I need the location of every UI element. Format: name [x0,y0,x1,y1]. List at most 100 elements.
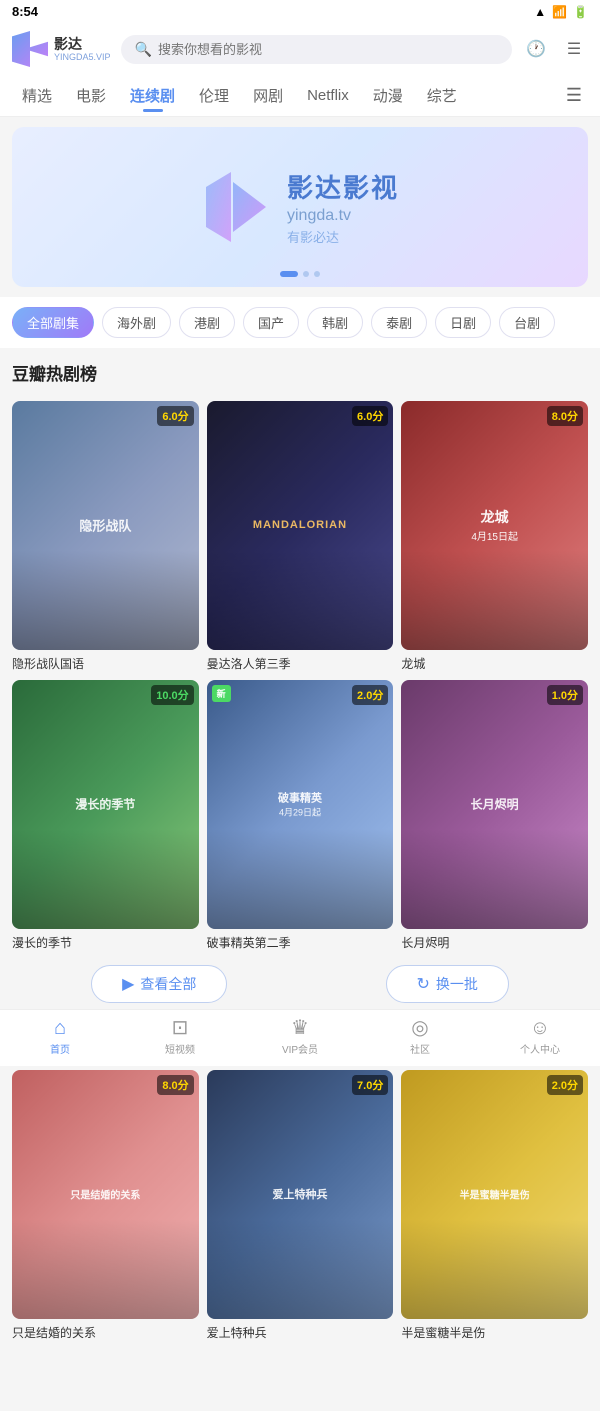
view-all-label: 查看全部 [140,974,196,994]
filter-tai[interactable]: 泰剧 [371,307,427,338]
movie-thumb-6: 长月烬明 1.0分 [401,680,588,929]
tab-wangju[interactable]: 网剧 [241,81,295,110]
vip-icon: ♛ [291,1018,309,1038]
logo-text-area: 影达 YINGDA5.VIP [54,36,111,63]
filter-han[interactable]: 韩剧 [307,307,363,338]
hot-score-1: 8.0分 [157,1075,193,1095]
banner-logo-icon [201,172,271,242]
filter-ri[interactable]: 日剧 [435,307,491,338]
tab-jingxuan[interactable]: 精选 [10,81,64,110]
score-1: 6.0分 [157,406,193,426]
hot-title-1: 只是结婚的关系 [12,1324,199,1341]
tab-lunli[interactable]: 伦理 [187,81,241,110]
hot-card-3[interactable]: 半是蜜糖半是伤 2.0分 半是蜜糖半是伤 [401,1070,588,1341]
movie-title-1: 隐形战队国语 [12,655,199,672]
status-icons: ▲ 📶 🔋 [534,5,588,19]
signal-icon: 📶 [552,5,567,19]
search-input[interactable] [158,42,498,57]
nav-more-icon[interactable]: ☰ [558,81,590,110]
banner-slogan: 有影必达 [287,227,399,246]
douban-section: 豆瓣热剧榜 [0,348,600,401]
score-5: 2.0分 [352,685,388,705]
douban-grid: 隐形战队 6.0分 隐形战队国语 MANDALORIAN 6.0分 曼达洛人第三… [0,401,600,951]
hot-grid: 只是结婚的关系 8.0分 只是结婚的关系 爱上特种兵 7.0分 爱上特种兵 半是… [0,1070,600,1341]
play-icon: ▶ [122,974,134,994]
hot-card-2[interactable]: 爱上特种兵 7.0分 爱上特种兵 [207,1070,394,1341]
tab-dianying[interactable]: 电影 [64,81,118,110]
nav-profile[interactable]: ☺ 个人中心 [480,1010,600,1066]
nav-vip[interactable]: ♛ VIP会员 [240,1010,360,1066]
banner-dots [280,271,320,277]
hot-text-2: 爱上特种兵 [272,1186,327,1202]
banner-text-area: 影达影视 yingda.tv 有影必达 [287,168,399,246]
movie-thumb-2: MANDALORIAN 6.0分 [207,401,394,650]
movie-thumb-3: 龙城4月15日起 8.0分 [401,401,588,650]
movie-card-1[interactable]: 隐形战队 6.0分 隐形战队国语 [12,401,199,672]
filter-guochan[interactable]: 国产 [243,307,299,338]
thumb-text-1: 隐形战队 [79,516,131,535]
new-badge: 新 [212,685,231,702]
nav-shorts[interactable]: ⊡ 短视频 [120,1010,240,1066]
hot-score-2: 7.0分 [352,1075,388,1095]
action-row: ▶ 查看全部 ↻ 换一批 [0,951,600,1017]
thumb-text-2: MANDALORIAN [253,519,347,531]
douban-section-title: 豆瓣热剧榜 [12,360,588,385]
hot-text-1: 只是结婚的关系 [70,1187,140,1202]
hot-card-1[interactable]: 只是结婚的关系 8.0分 只是结婚的关系 [12,1070,199,1341]
movie-card-5[interactable]: 新 破事精英4月29日起 2.0分 破事精英第二季 [207,680,394,951]
movie-card-3[interactable]: 龙城4月15日起 8.0分 龙城 [401,401,588,672]
community-icon: ◎ [411,1018,428,1038]
movie-thumb-1: 隐形战队 6.0分 [12,401,199,650]
thumb-text-6: 长月烬明 [471,796,519,813]
bottom-nav: ⌂ 首页 ⊡ 短视频 ♛ VIP会员 ◎ 社区 ☺ 个人中心 [0,1009,600,1066]
nav-profile-label: 个人中心 [520,1041,560,1056]
dot-2 [303,271,309,277]
movie-card-4[interactable]: 漫长的季节 10.0分 漫长的季节 [12,680,199,951]
view-all-button[interactable]: ▶ 查看全部 [91,965,227,1003]
next-batch-button[interactable]: ↻ 换一批 [386,965,509,1003]
filter-taiwan[interactable]: 台剧 [499,307,555,338]
next-batch-label: 换一批 [436,974,478,994]
nav-home[interactable]: ⌂ 首页 [0,1010,120,1066]
nav-community[interactable]: ◎ 社区 [360,1010,480,1066]
profile-icon: ☺ [530,1018,550,1038]
score-3: 8.0分 [547,406,583,426]
logo-sub: YINGDA5.VIP [54,52,111,62]
hot-title-3: 半是蜜糖半是伤 [401,1324,588,1341]
nav-community-label: 社区 [410,1041,430,1056]
score-2: 6.0分 [352,406,388,426]
search-bar[interactable]: 🔍 [121,35,512,64]
menu-icon[interactable]: ☰ [560,35,588,63]
logo-name: 影达 [54,36,111,53]
tab-dongman[interactable]: 动漫 [361,81,415,110]
movie-card-2[interactable]: MANDALORIAN 6.0分 曼达洛人第三季 [207,401,394,672]
hot-score-3: 2.0分 [547,1075,583,1095]
tab-zongyi[interactable]: 综艺 [415,81,469,110]
movie-thumb-4: 漫长的季节 10.0分 [12,680,199,929]
nav-tabs: 精选 电影 连续剧 伦理 网剧 Netflix 动漫 综艺 ☰ [0,75,600,117]
banner[interactable]: 影达影视 yingda.tv 有影必达 [12,127,588,287]
wifi-icon: ▲ [534,5,546,19]
nav-home-label: 首页 [50,1041,70,1056]
filter-gang[interactable]: 港剧 [179,307,235,338]
tab-lianxuju[interactable]: 连续剧 [118,81,187,110]
status-time: 8:54 [12,4,38,19]
filter-all[interactable]: 全部剧集 [12,307,94,338]
thumb-text-4: 漫长的季节 [75,796,135,813]
movie-title-3: 龙城 [401,655,588,672]
tab-netflix[interactable]: Netflix [295,83,361,108]
movie-title-4: 漫长的季节 [12,934,199,951]
home-icon: ⌂ [54,1018,66,1038]
hot-text-3: 半是蜜糖半是伤 [460,1187,530,1202]
movie-thumb-5: 新 破事精英4月29日起 2.0分 [207,680,394,929]
history-icon[interactable]: 🕐 [522,35,550,63]
filter-haiwai[interactable]: 海外剧 [102,307,171,338]
status-bar: 8:54 ▲ 📶 🔋 [0,0,600,23]
nav-vip-label: VIP会员 [282,1041,318,1056]
filter-row: 全部剧集 海外剧 港剧 国产 韩剧 泰剧 日剧 台剧 [0,297,600,348]
movie-title-6: 长月烬明 [401,934,588,951]
movie-title-2: 曼达洛人第三季 [207,655,394,672]
score-6: 1.0分 [547,685,583,705]
thumb-text-3: 龙城4月15日起 [471,507,518,543]
movie-card-6[interactable]: 长月烬明 1.0分 长月烬明 [401,680,588,951]
